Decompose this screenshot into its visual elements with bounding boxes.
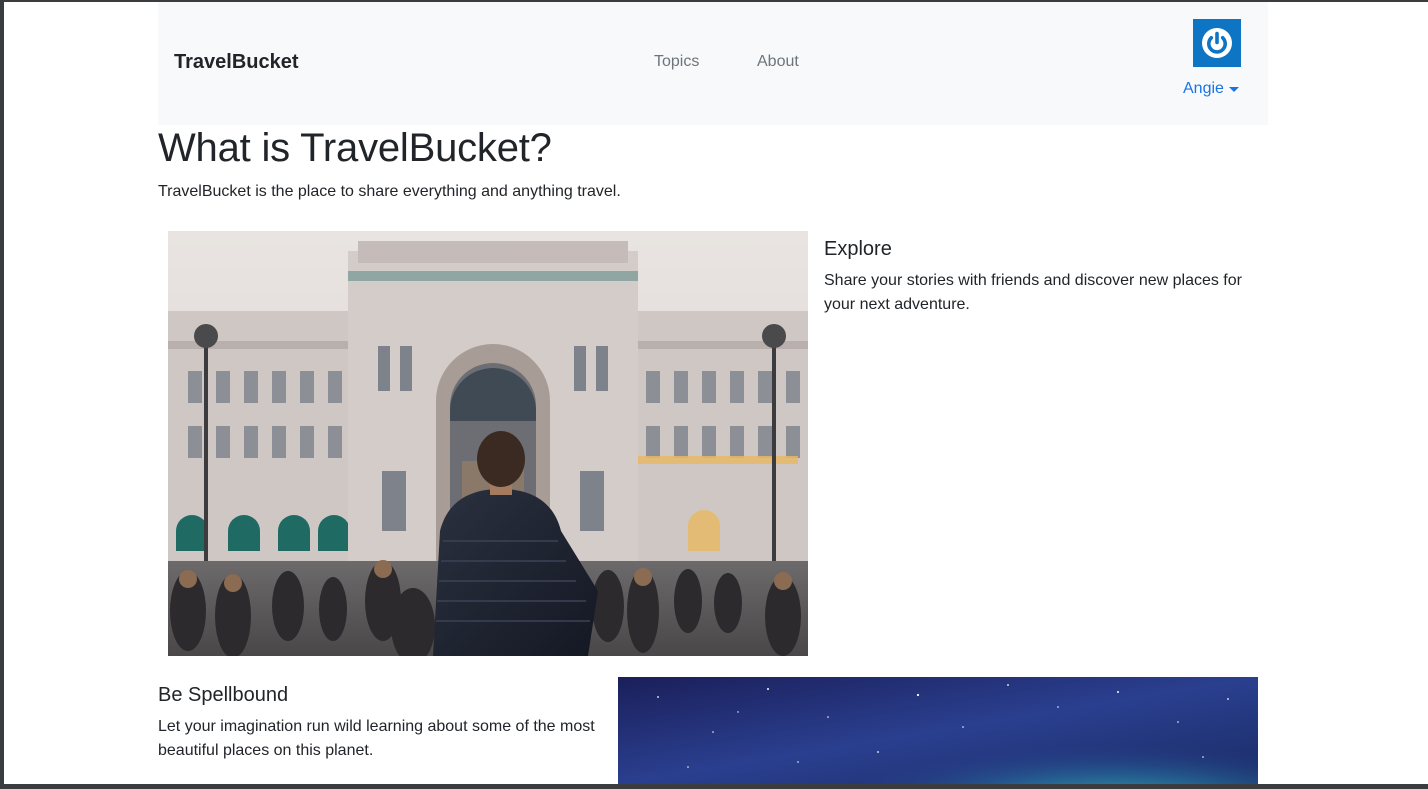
nav-link-topics[interactable]: Topics	[654, 53, 699, 71]
browser-viewport: TravelBucket Topics About Angie What is …	[4, 2, 1428, 784]
nav-link-about[interactable]: About	[757, 53, 799, 71]
feature-text-spellbound: Let your imagination run wild learning a…	[158, 718, 595, 759]
page-title: What is TravelBucket?	[158, 126, 552, 170]
explore-photo	[168, 231, 808, 656]
user-avatar[interactable]	[1193, 19, 1241, 67]
brand-link[interactable]: TravelBucket	[174, 51, 299, 74]
page-lead: TravelBucket is the place to share every…	[158, 183, 621, 200]
feature-text-explore: Share your stories with friends and disc…	[824, 272, 1242, 313]
feature-heading-explore: Explore	[824, 238, 892, 260]
feature-heading-spellbound: Be Spellbound	[158, 684, 289, 706]
page-container: TravelBucket Topics About Angie What is …	[158, 2, 1268, 784]
user-name: Angie	[1183, 80, 1224, 97]
user-menu-dropdown[interactable]: Angie	[1183, 80, 1239, 98]
top-navbar: TravelBucket Topics About Angie	[158, 2, 1268, 125]
spellbound-photo	[618, 677, 1258, 784]
caret-down-icon	[1228, 86, 1239, 92]
power-icon	[1202, 28, 1232, 58]
